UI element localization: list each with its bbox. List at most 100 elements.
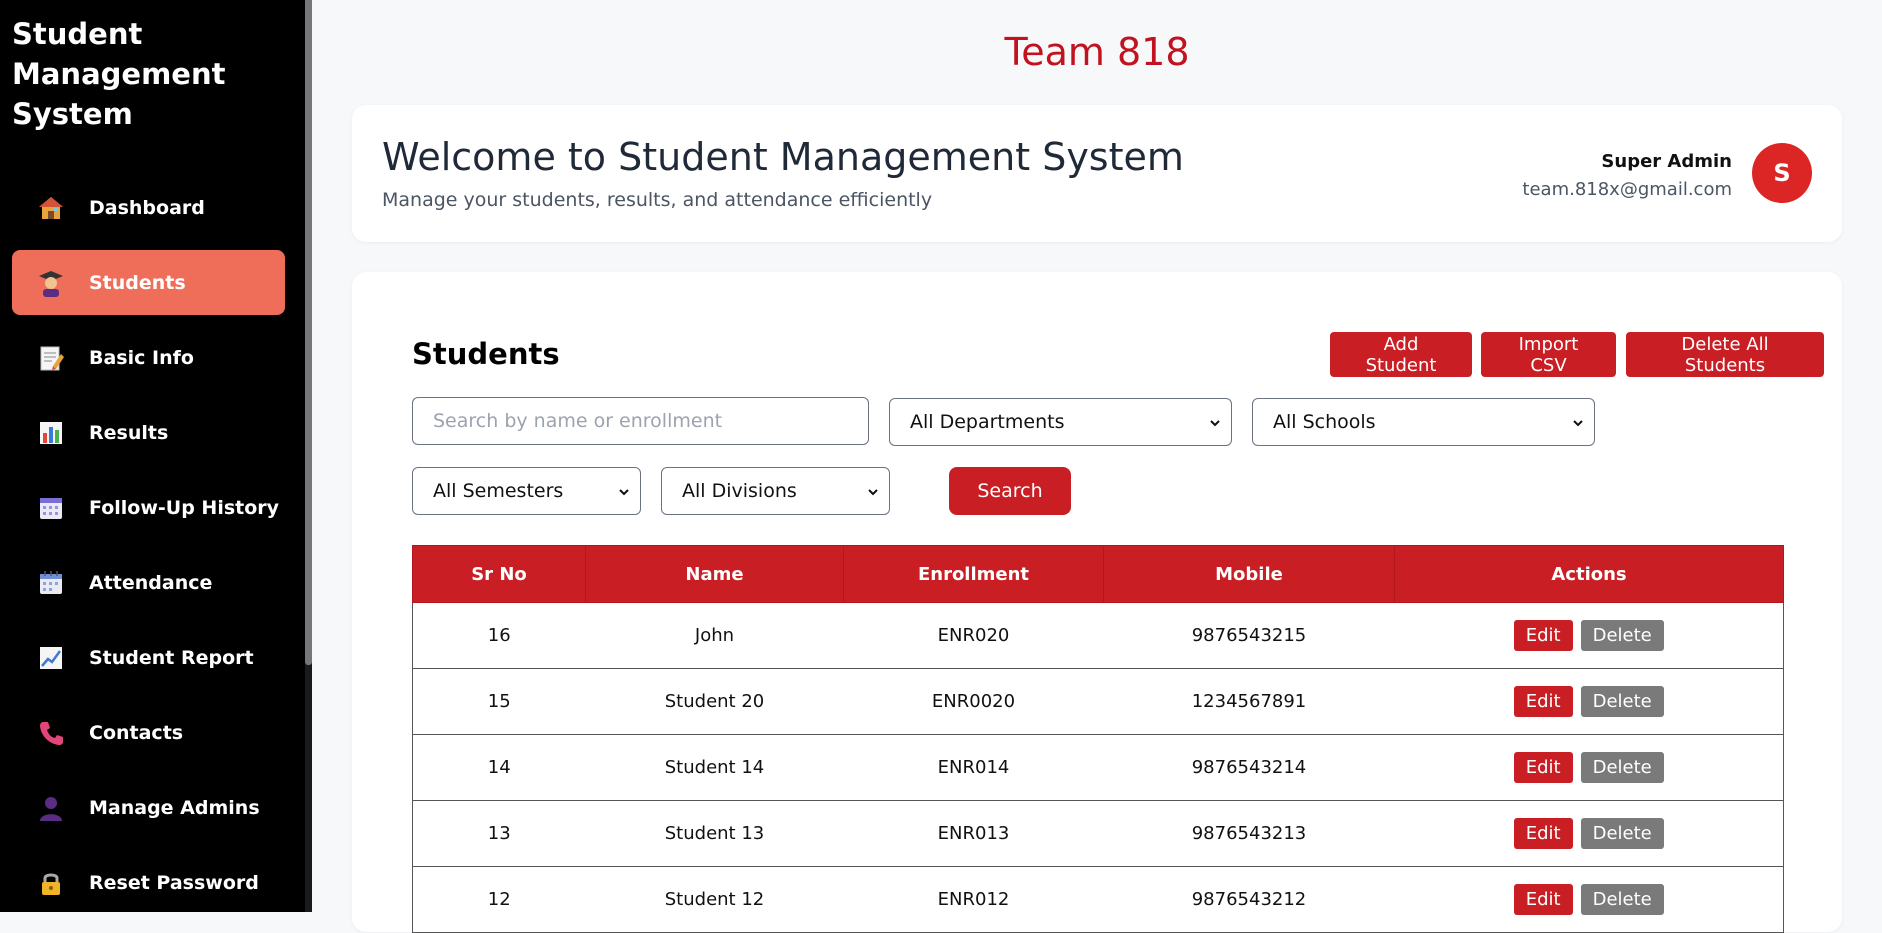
sidebar-scrollbar-thumb[interactable] <box>305 0 312 665</box>
chevron-down-icon <box>1210 420 1220 427</box>
sidebar-item-contacts[interactable]: Contacts <box>12 700 285 765</box>
delete-button[interactable]: Delete <box>1580 884 1664 915</box>
sidebar-item-student-report[interactable]: Student Report <box>12 625 285 690</box>
cell-sr-no: 15 <box>412 668 586 735</box>
semester-select[interactable]: All Semesters <box>412 467 641 515</box>
department-select-value: All Departments <box>910 411 1065 433</box>
cell-sr-no: 13 <box>412 800 586 867</box>
user-name: Super Admin <box>1601 151 1732 172</box>
column-header: Sr No <box>412 545 586 603</box>
delete-button[interactable]: Delete <box>1580 620 1664 651</box>
cell-name: Student 20 <box>585 668 844 735</box>
page-subtitle: Manage your students, results, and atten… <box>382 189 933 211</box>
cell-actions: Edit Delete <box>1394 668 1784 735</box>
cell-actions: Edit Delete <box>1394 866 1784 933</box>
sidebar-item-label: Results <box>89 421 169 444</box>
import-csv-button[interactable]: Import CSV <box>1481 332 1616 377</box>
sidebar-item-reset-password[interactable]: Reset Password <box>12 850 285 912</box>
avatar[interactable]: S <box>1752 143 1812 203</box>
sidebar-item-label: Basic Info <box>89 346 194 369</box>
sidebar-nav: Dashboard Students Basic Info Results Fo… <box>12 175 285 912</box>
delete-button[interactable]: Delete <box>1580 686 1664 717</box>
division-select-value: All Divisions <box>682 480 797 502</box>
table-header-row: Sr No Name Enrollment Mobile Actions <box>412 545 1784 603</box>
students-table: Sr No Name Enrollment Mobile Actions 16 … <box>412 545 1784 933</box>
cell-enrollment: ENR014 <box>843 734 1104 801</box>
cell-enrollment: ENR0020 <box>843 668 1104 735</box>
edit-button[interactable]: Edit <box>1513 818 1573 849</box>
delete-button[interactable]: Delete <box>1580 752 1664 783</box>
memo-icon <box>36 343 66 373</box>
cell-sr-no: 14 <box>412 734 586 801</box>
chevron-down-icon <box>619 489 629 496</box>
welcome-card: Welcome to Student Management System Man… <box>352 105 1842 242</box>
phone-icon <box>36 718 66 748</box>
chevron-down-icon <box>868 489 878 496</box>
sidebar-item-follow-up-history[interactable]: Follow-Up History <box>12 475 285 540</box>
cell-sr-no: 12 <box>412 866 586 933</box>
sidebar-item-dashboard[interactable]: Dashboard <box>12 175 285 240</box>
cell-mobile: 9876543212 <box>1103 866 1395 933</box>
edit-button[interactable]: Edit <box>1513 686 1573 717</box>
column-header: Name <box>585 545 844 603</box>
student-icon <box>36 268 66 298</box>
search-input[interactable] <box>433 410 848 432</box>
cell-mobile: 1234567891 <box>1103 668 1395 735</box>
sidebar-item-manage-admins[interactable]: Manage Admins <box>12 775 285 840</box>
table-row: 16 John ENR020 9876543215 Edit Delete <box>412 602 1784 669</box>
cell-mobile: 9876543215 <box>1103 602 1395 669</box>
sidebar-item-label: Students <box>89 271 186 294</box>
app-brand: Student Management System <box>12 17 226 131</box>
sidebar: Student Management System Dashboard Stud… <box>0 0 312 912</box>
delete-all-students-button[interactable]: Delete All Students <box>1626 332 1824 377</box>
sidebar-item-label: Contacts <box>89 721 184 744</box>
chevron-down-icon <box>1573 420 1583 427</box>
division-select[interactable]: All Divisions <box>661 467 890 515</box>
calendar-icon <box>36 493 66 523</box>
table-row: 13 Student 13 ENR013 9876543213 Edit Dele… <box>412 800 1784 867</box>
search-button[interactable]: Search <box>949 467 1071 515</box>
user-icon <box>36 793 66 823</box>
edit-button[interactable]: Edit <box>1513 620 1573 651</box>
lock-icon <box>36 868 66 898</box>
cell-mobile: 9876543213 <box>1103 800 1395 867</box>
school-select[interactable]: All Schools <box>1252 398 1595 446</box>
search-input-wrapper <box>412 397 869 445</box>
add-student-button[interactable]: Add Student <box>1330 332 1472 377</box>
cell-name: Student 12 <box>585 866 844 933</box>
cell-actions: Edit Delete <box>1394 800 1784 867</box>
edit-button[interactable]: Edit <box>1513 752 1573 783</box>
sidebar-item-label: Manage Admins <box>89 796 260 819</box>
cell-enrollment: ENR012 <box>843 866 1104 933</box>
sidebar-scrollbar[interactable] <box>305 0 312 912</box>
sidebar-item-attendance[interactable]: Attendance <box>12 550 285 615</box>
team-title: Team 818 <box>1004 30 1190 74</box>
user-email: team.818x@gmail.com <box>1522 179 1732 200</box>
calendar-spiral-icon <box>36 568 66 598</box>
section-title: Students <box>412 337 560 371</box>
column-header: Actions <box>1394 545 1784 603</box>
table-row: 15 Student 20 ENR0020 1234567891 Edit Del… <box>412 668 1784 735</box>
column-header: Mobile <box>1103 545 1395 603</box>
sidebar-item-students[interactable]: Students <box>12 250 285 315</box>
main-content: Team 818 Welcome to Student Management S… <box>312 0 1882 933</box>
edit-button[interactable]: Edit <box>1513 884 1573 915</box>
sidebar-item-label: Reset Password <box>89 871 259 894</box>
cell-sr-no: 16 <box>412 602 586 669</box>
table-row: 12 Student 12 ENR012 9876543212 Edit Dele… <box>412 866 1784 933</box>
cell-enrollment: ENR020 <box>843 602 1104 669</box>
delete-button[interactable]: Delete <box>1580 818 1664 849</box>
sidebar-item-basic-info[interactable]: Basic Info <box>12 325 285 390</box>
semester-select-value: All Semesters <box>433 480 564 502</box>
school-select-value: All Schools <box>1273 411 1376 433</box>
department-select[interactable]: All Departments <box>889 398 1232 446</box>
cell-name: Student 13 <box>585 800 844 867</box>
column-header: Enrollment <box>843 545 1104 603</box>
table-row: 14 Student 14 ENR014 9876543214 Edit Dele… <box>412 734 1784 801</box>
bar-chart-icon <box>36 418 66 448</box>
cell-actions: Edit Delete <box>1394 602 1784 669</box>
sidebar-item-label: Dashboard <box>89 196 205 219</box>
sidebar-item-results[interactable]: Results <box>12 400 285 465</box>
cell-mobile: 9876543214 <box>1103 734 1395 801</box>
page-title: Welcome to Student Management System <box>382 135 1184 179</box>
